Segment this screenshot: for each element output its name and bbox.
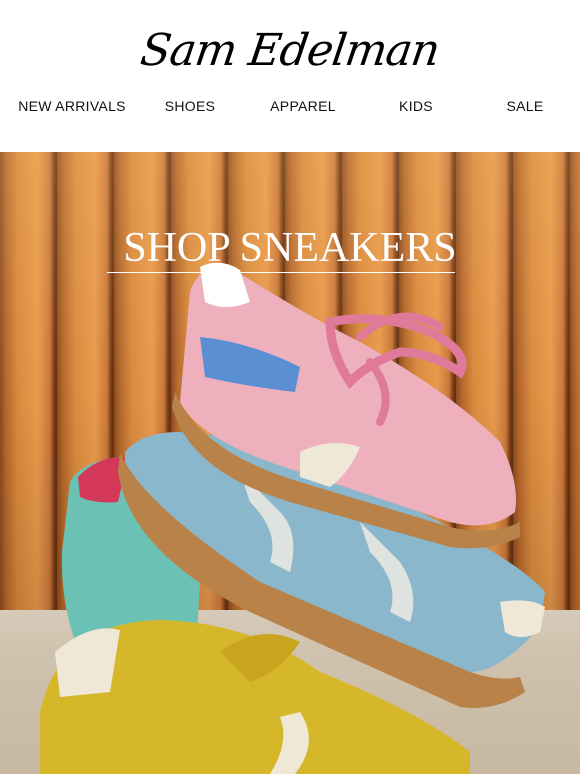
nav-item-shoes[interactable]: SHOES	[165, 98, 216, 114]
main-nav: NEW ARRIVALS SHOES APPAREL KIDS SALE	[0, 98, 580, 122]
logo-wordmark: Sam Edelman	[137, 24, 443, 76]
brand-logo[interactable]: Sam Edelman	[0, 14, 580, 86]
nav-item-sale[interactable]: SALE	[507, 98, 544, 114]
email-header: Sam Edelman NEW ARRIVALS SHOES APPAREL K…	[0, 0, 580, 152]
nav-item-apparel[interactable]: APPAREL	[270, 98, 336, 114]
hero-banner[interactable]: SHOP SNEAKERS	[0, 152, 580, 774]
nav-item-new-arrivals[interactable]: NEW ARRIVALS	[18, 98, 126, 114]
hero-title[interactable]: SHOP SNEAKERS	[0, 224, 580, 272]
hero-title-underline	[107, 272, 455, 273]
nav-item-kids[interactable]: KIDS	[399, 98, 433, 114]
